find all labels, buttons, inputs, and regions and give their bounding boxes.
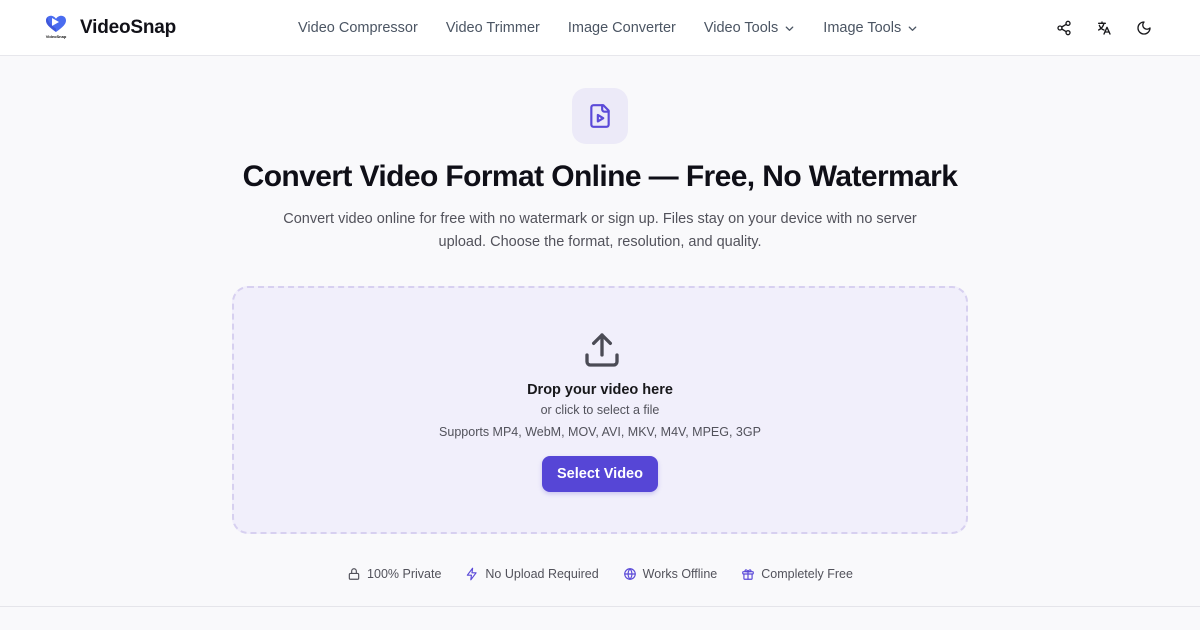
main-nav: Video Compressor Video Trimmer Image Con…: [298, 0, 946, 56]
nav-item-label: Video Tools: [703, 20, 779, 36]
page-subtitle: Convert video online for free with no wa…: [283, 211, 917, 250]
video-file-icon: [590, 104, 610, 128]
moon-icon: [1137, 21, 1151, 35]
globe-icon: [623, 568, 636, 580]
language-button[interactable]: [1092, 16, 1116, 40]
dropzone-title: Drop your video here: [527, 382, 673, 398]
chevron-down-icon: [785, 25, 794, 31]
top-navigation-bar: VideoSnap VideoSnap Video Compressor Vid…: [0, 0, 1200, 56]
logo-caption: VideoSnap: [45, 34, 67, 39]
video-dropzone[interactable]: Drop your video here or click to select …: [232, 286, 968, 534]
feature-no-upload: No Upload Required: [465, 565, 599, 583]
dropzone-subtitle: or click to select a file: [540, 403, 660, 417]
supported-formats: Supports MP4, WebM, MOV, AVI, MKV, M4V, …: [439, 425, 761, 439]
theme-toggle-button[interactable]: [1132, 16, 1156, 40]
nav-image-tools-dropdown[interactable]: Image Tools: [823, 20, 918, 36]
brand-name: VideoSnap: [80, 17, 177, 38]
nav-video-trimmer[interactable]: Video Trimmer: [446, 20, 540, 36]
nav-item-label: Image Converter: [567, 20, 676, 36]
share-icon: [1057, 20, 1071, 36]
gift-icon: [742, 569, 755, 580]
feature-label: Works Offline: [642, 567, 718, 581]
lightning-icon: [467, 567, 478, 581]
feature-offline: Works Offline: [623, 565, 718, 583]
nav-item-label: Video Compressor: [298, 20, 418, 36]
feature-label: Completely Free: [761, 567, 853, 581]
nav-video-compressor[interactable]: Video Compressor: [298, 20, 418, 36]
share-button[interactable]: [1052, 16, 1076, 40]
nav-video-tools-dropdown[interactable]: Video Tools: [704, 20, 795, 36]
upload-icon: [585, 333, 619, 367]
feature-label: No Upload Required: [485, 567, 599, 581]
nav-item-label: Image Tools: [823, 20, 902, 36]
section-divider: [0, 606, 1200, 607]
feature-label: 100% Private: [367, 567, 442, 581]
brand-home-link[interactable]: VideoSnap VideoSnap: [44, 14, 176, 42]
page-title: Convert Video Format Online — Free, No W…: [242, 160, 958, 193]
lock-icon: [348, 568, 360, 580]
select-video-button[interactable]: Select Video: [542, 456, 658, 492]
nav-image-converter[interactable]: Image Converter: [568, 20, 676, 36]
feature-list: 100% Private No Upload Required Works Of…: [0, 565, 1200, 583]
chevron-down-icon: [908, 25, 917, 31]
translate-icon: [1098, 21, 1111, 35]
videosnap-logo-icon: VideoSnap: [44, 14, 68, 42]
header-actions: [1052, 16, 1156, 40]
feature-free: Completely Free: [741, 565, 853, 583]
hero-icon-tile: [572, 88, 628, 144]
feature-private: 100% Private: [347, 565, 441, 583]
nav-item-label: Video Trimmer: [445, 20, 540, 36]
